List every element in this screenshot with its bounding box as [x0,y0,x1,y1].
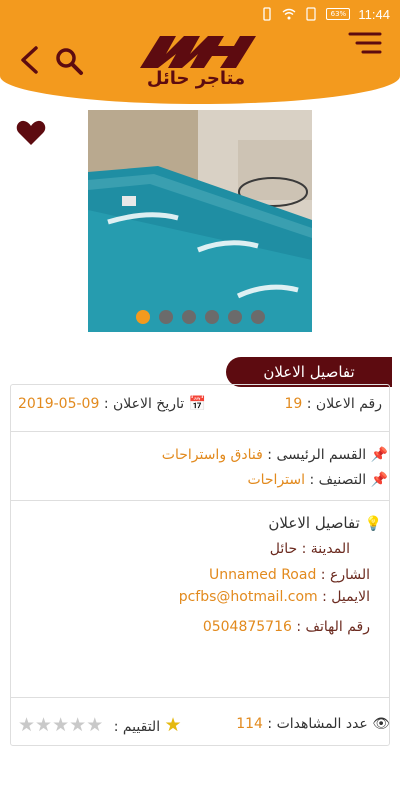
divider [10,431,390,432]
status-bar: 63% 11:44 [0,0,400,28]
menu-icon[interactable] [348,32,382,54]
app-logo: متاجر حائل [132,32,260,90]
ad-details-card [10,384,390,746]
ad-number-value: 19 [284,396,303,412]
slider-dot[interactable] [250,310,265,324]
sim-icon [306,7,317,21]
main-section-row: 📌 القسم الرئيسى : فنادق واستراحات [162,447,388,463]
slider-dots [88,310,312,324]
views-value: 114 [236,716,263,732]
classification-label: التصنيف : [309,472,367,488]
slider-dot[interactable] [227,310,242,324]
phone-row: رقم الهاتف : 0504875716 [203,619,370,635]
rating-stars[interactable]: ★★★★★ [18,714,103,736]
ad-photo [88,110,312,332]
eye-icon: 👁 [372,716,390,732]
calendar-icon: 📅 [188,396,207,412]
rating-star[interactable]: ★ [18,714,35,736]
divider [10,500,390,501]
rating-star[interactable]: ★ [86,714,103,736]
star-icon: ★ [164,714,182,736]
street-row: الشارع : Unnamed Road [209,567,370,583]
ad-number-row: رقم الاعلان : 19 [284,396,382,412]
pin-icon: 📌 [370,447,388,463]
slider-dot[interactable] [158,310,173,324]
rating-star[interactable]: ★ [52,714,69,736]
ad-number-label: رقم الاعلان : [306,396,382,412]
rating-star[interactable]: ★ [35,714,52,736]
bulb-icon: 💡 [364,516,382,532]
heart-icon[interactable] [16,120,46,146]
image-slider[interactable] [88,110,312,332]
email-value[interactable]: pcfbs@hotmail.com [179,589,318,605]
pin-icon: 📌 [370,472,388,488]
vibrate-icon [263,7,272,21]
slider-dot[interactable] [204,310,219,324]
main-section-value: فنادق واستراحات [161,447,263,463]
views-row: 👁 عدد المشاهدات : 114 [236,716,390,732]
clock: 11:44 [358,6,390,22]
main-section-label: القسم الرئيسى : [267,447,367,463]
street-label: الشارع : [320,567,370,583]
wifi-icon [282,8,296,20]
logo-text: متاجر حائل [146,68,246,89]
street-value: Unnamed Road [209,567,317,583]
logo-mark [140,36,256,68]
city-row: المدينة : حائل [270,541,350,557]
views-label: عدد المشاهدات : [267,716,368,732]
city-value: حائل [269,541,298,557]
city-label: المدينة : [301,541,350,557]
ad-date-value: 2019-05-09 [18,396,100,412]
details-title: تفاصيل الاعلان [268,514,360,532]
battery-indicator: 63% [326,8,351,20]
rating-row: ★★★★★ التقييم : ★ [18,714,182,736]
section-title-pill: تفاصيل الاعلان [226,357,392,387]
details-heading: 💡 تفاصيل الاعلان [268,514,382,532]
divider [10,697,390,698]
rating-label: التقييم : [113,719,161,735]
battery-level: 63% [330,10,347,18]
email-row: الايميل : pcfbs@hotmail.com [179,589,370,605]
classification-row: 📌 التصنيف : استراحات [247,472,388,488]
email-label: الايميل : [322,589,370,605]
ad-date-label: تاريخ الاعلان : [103,396,185,412]
slider-dot[interactable] [135,310,150,324]
phone-value[interactable]: 0504875716 [203,619,292,635]
rating-star[interactable]: ★ [69,714,86,736]
classification-value: استراحات [247,472,306,488]
search-icon[interactable] [54,46,84,76]
back-arrow-icon[interactable] [18,45,42,75]
ad-date-row: 2019-05-09 تاريخ الاعلان : 📅 [18,396,206,412]
phone-label: رقم الهاتف : [296,619,370,635]
slider-dot[interactable] [181,310,196,324]
